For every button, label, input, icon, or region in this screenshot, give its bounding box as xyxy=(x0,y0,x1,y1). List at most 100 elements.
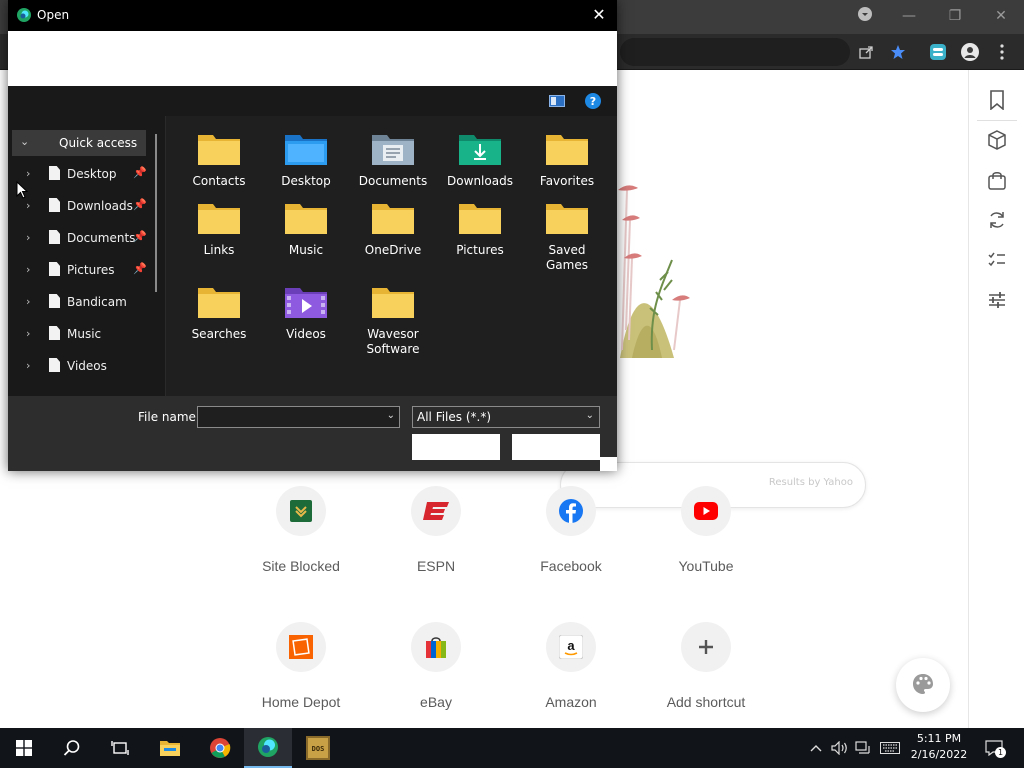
cancel-button[interactable] xyxy=(512,434,600,460)
edge-app-icon xyxy=(17,8,31,25)
folder-contacts[interactable]: Contacts xyxy=(179,130,259,189)
refresh-icon[interactable] xyxy=(985,208,1009,232)
dialog-title: Open xyxy=(37,8,70,22)
shortcut-facebook[interactable]: Facebook xyxy=(506,486,636,574)
nav-item-videos[interactable]: › Videos xyxy=(8,354,158,378)
browser-side-panel xyxy=(968,70,1024,728)
shortcut-youtube[interactable]: YouTube xyxy=(641,486,771,574)
nav-item-bandicam[interactable]: › Bandicam xyxy=(8,290,158,314)
preview-pane-icon[interactable] xyxy=(549,93,565,109)
folder-onedrive[interactable]: OneDrive xyxy=(353,199,433,258)
folder-saved-games[interactable]: Saved Games xyxy=(527,199,607,273)
shopping-bag-icon[interactable] xyxy=(985,168,1009,192)
nav-quick-access[interactable]: ⌄ Quick access xyxy=(12,130,146,156)
customize-button[interactable] xyxy=(896,658,950,712)
folder-label: Searches xyxy=(191,327,247,341)
folder-searches[interactable]: Searches xyxy=(179,283,259,342)
folder-label: Pictures xyxy=(456,243,504,257)
shortcut-amazon[interactable]: a Amazon xyxy=(506,622,636,710)
open-button[interactable] xyxy=(412,434,500,460)
navigation-pane: ⌄ Quick access › Desktop 📌 › Downloads 📌… xyxy=(8,116,166,396)
shortcut-ebay[interactable]: eBay xyxy=(371,622,501,710)
dialog-address-bar[interactable] xyxy=(8,31,617,86)
folder-icon xyxy=(284,199,328,235)
share-icon[interactable] xyxy=(856,42,876,62)
network-icon[interactable] xyxy=(854,738,874,758)
nav-item-desktop[interactable]: › Desktop 📌 xyxy=(8,162,158,186)
svg-text:a: a xyxy=(567,638,575,653)
search-icon[interactable] xyxy=(48,728,96,768)
restore-button[interactable]: ❐ xyxy=(940,6,970,26)
open-dialog: Open ✕ ? ⌄ Quick access › Desktop 📌 › Do… xyxy=(8,0,617,471)
profile-icon[interactable] xyxy=(960,42,980,62)
folder-music[interactable]: Music xyxy=(266,199,346,258)
file-type-value: All Files (*.*) xyxy=(417,410,492,424)
nav-item-downloads[interactable]: › Downloads 📌 xyxy=(8,194,158,218)
volume-icon[interactable] xyxy=(830,738,850,758)
extension-icon[interactable] xyxy=(928,42,948,62)
folder-videos[interactable]: Videos xyxy=(266,283,346,342)
folder-label: Saved Games xyxy=(546,243,588,272)
ebay-icon xyxy=(411,622,461,672)
clock-date: 2/16/2022 xyxy=(910,748,968,761)
shortcut-label: Site Blocked xyxy=(262,558,340,574)
chevron-right-icon[interactable]: › xyxy=(26,327,30,340)
keyboard-icon[interactable] xyxy=(880,738,900,758)
edge-icon[interactable] xyxy=(244,728,292,768)
folder-pictures[interactable]: Pictures xyxy=(440,199,520,258)
file-type-select[interactable]: All Files (*.*) ⌄ xyxy=(412,406,600,428)
chevron-down-icon[interactable]: ⌄ xyxy=(20,135,29,148)
help-icon[interactable]: ? xyxy=(585,93,601,109)
system-clock[interactable]: 5:11 PM 2/16/2022 xyxy=(904,731,974,763)
address-bar[interactable] xyxy=(620,38,850,66)
shortcut-espn[interactable]: ESPN xyxy=(371,486,501,574)
shortcut-add[interactable]: Add shortcut xyxy=(641,622,771,710)
dialog-titlebar[interactable]: Open ✕ xyxy=(8,0,617,31)
chevron-right-icon[interactable]: › xyxy=(26,167,30,180)
nav-item-pictures[interactable]: › Pictures 📌 xyxy=(8,258,158,282)
checklist-icon[interactable] xyxy=(985,248,1009,272)
folder-wavesor-software[interactable]: Wavesor Software xyxy=(353,283,433,357)
pin-icon: 📌 xyxy=(133,230,147,243)
notification-icon[interactable]: 1 xyxy=(984,738,1006,758)
chevron-right-icon[interactable]: › xyxy=(26,359,30,372)
tab-search-icon[interactable] xyxy=(850,6,880,26)
resize-grip[interactable] xyxy=(600,457,617,471)
chevron-right-icon[interactable]: › xyxy=(26,295,30,308)
bookmark-icon[interactable] xyxy=(985,88,1009,112)
chevron-right-icon[interactable]: › xyxy=(26,199,30,212)
box-icon[interactable] xyxy=(985,128,1009,152)
dosbox-icon[interactable]: DOS xyxy=(294,728,342,768)
clock-time: 5:11 PM xyxy=(916,732,962,745)
close-button[interactable]: ✕ xyxy=(986,6,1016,26)
file-explorer-icon[interactable] xyxy=(146,728,194,768)
folder-label: Contacts xyxy=(192,174,246,188)
minimize-button[interactable]: — xyxy=(894,6,924,26)
nav-item-documents[interactable]: › Documents 📌 xyxy=(8,226,158,250)
file-name-label: File name: xyxy=(138,410,200,424)
close-icon[interactable]: ✕ xyxy=(587,4,611,26)
chevron-right-icon[interactable]: › xyxy=(26,231,30,244)
sliders-icon[interactable] xyxy=(985,288,1009,312)
folder-links[interactable]: Links xyxy=(179,199,259,258)
folder-icon xyxy=(545,199,589,235)
menu-icon[interactable] xyxy=(992,42,1012,62)
chevron-right-icon[interactable]: › xyxy=(26,263,30,276)
folder-desktop[interactable]: Desktop xyxy=(266,130,346,189)
task-view-icon[interactable] xyxy=(96,728,144,768)
chevron-down-icon[interactable]: ⌄ xyxy=(387,410,395,421)
taskbar: DOS 5:11 PM 2/16/2022 1 xyxy=(0,728,1024,768)
folder-favorites[interactable]: Favorites xyxy=(527,130,607,189)
chevron-up-icon[interactable] xyxy=(806,738,826,758)
shortcut-site-blocked[interactable]: Site Blocked xyxy=(236,486,366,574)
folder-documents[interactable]: Documents xyxy=(353,130,433,189)
nav-item-music[interactable]: › Music xyxy=(8,322,158,346)
start-icon[interactable] xyxy=(0,728,48,768)
file-name-input[interactable]: ⌄ xyxy=(197,406,400,428)
star-icon[interactable] xyxy=(888,42,908,62)
shortcut-home-depot[interactable]: Home Depot xyxy=(236,622,366,710)
folder-icon xyxy=(458,199,502,235)
chrome-icon[interactable] xyxy=(196,728,244,768)
folder-label: Wavesor Software xyxy=(366,327,420,356)
folder-downloads[interactable]: Downloads xyxy=(440,130,520,189)
